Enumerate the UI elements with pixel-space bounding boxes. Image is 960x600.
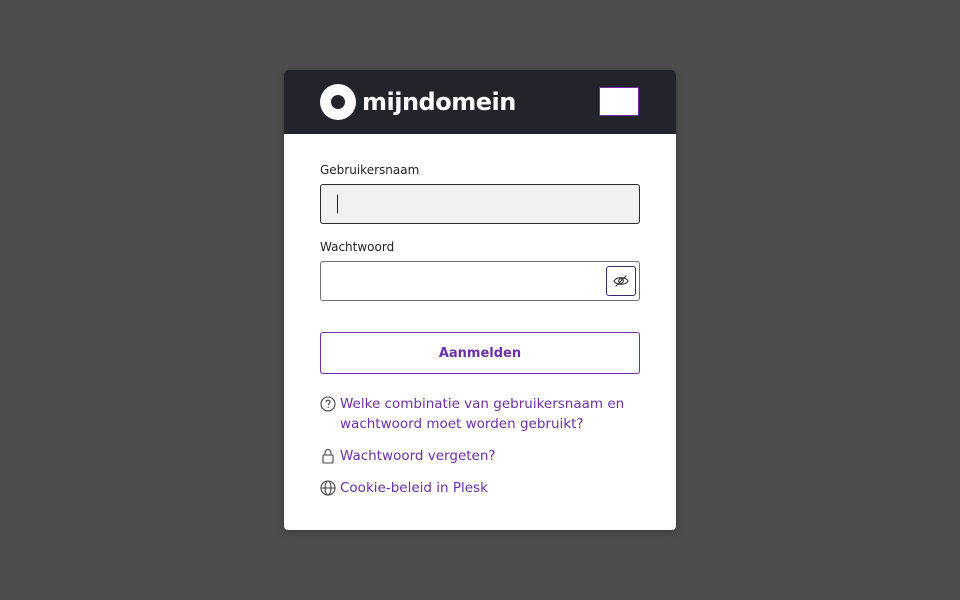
- login-form: Gebruikersnaam Wachtwoord: [320, 162, 640, 301]
- username-input[interactable]: [320, 184, 640, 224]
- help-link-row: Welke combinatie van gebruikersnaam en w…: [320, 394, 640, 434]
- text-caret: [337, 195, 338, 213]
- password-label: Wachtwoord: [320, 240, 395, 254]
- cookie-policy-row: Cookie-beleid in Plesk: [320, 478, 640, 498]
- login-card: mijndomein Gebruikersnaam Wachtwoord Aan…: [284, 70, 676, 530]
- question-circle-icon: [320, 396, 336, 412]
- logo-text: mijndomein: [362, 88, 516, 116]
- globe-icon: [320, 480, 336, 496]
- username-label: Gebruikersnaam: [320, 163, 420, 177]
- toggle-password-visibility-button[interactable]: [606, 266, 636, 296]
- lock-icon: [322, 449, 334, 464]
- language-button[interactable]: [599, 87, 639, 116]
- eye-slash-icon: [613, 275, 629, 287]
- forgot-password-row: Wachtwoord vergeten?: [320, 446, 640, 466]
- brand-logo: mijndomein: [320, 84, 516, 120]
- username-field-group: Gebruikersnaam: [320, 162, 640, 224]
- password-field-group: Wachtwoord: [320, 239, 640, 301]
- card-header: mijndomein: [284, 70, 676, 134]
- password-input[interactable]: [320, 261, 640, 301]
- credentials-help-link[interactable]: Welke combinatie van gebruikersnaam en w…: [340, 394, 640, 434]
- cookie-policy-link[interactable]: Cookie-beleid in Plesk: [340, 478, 488, 498]
- logo-mark-icon: [320, 84, 356, 120]
- help-links: Welke combinatie van gebruikersnaam en w…: [320, 394, 640, 510]
- forgot-password-link[interactable]: Wachtwoord vergeten?: [340, 446, 496, 466]
- login-button[interactable]: Aanmelden: [320, 332, 640, 374]
